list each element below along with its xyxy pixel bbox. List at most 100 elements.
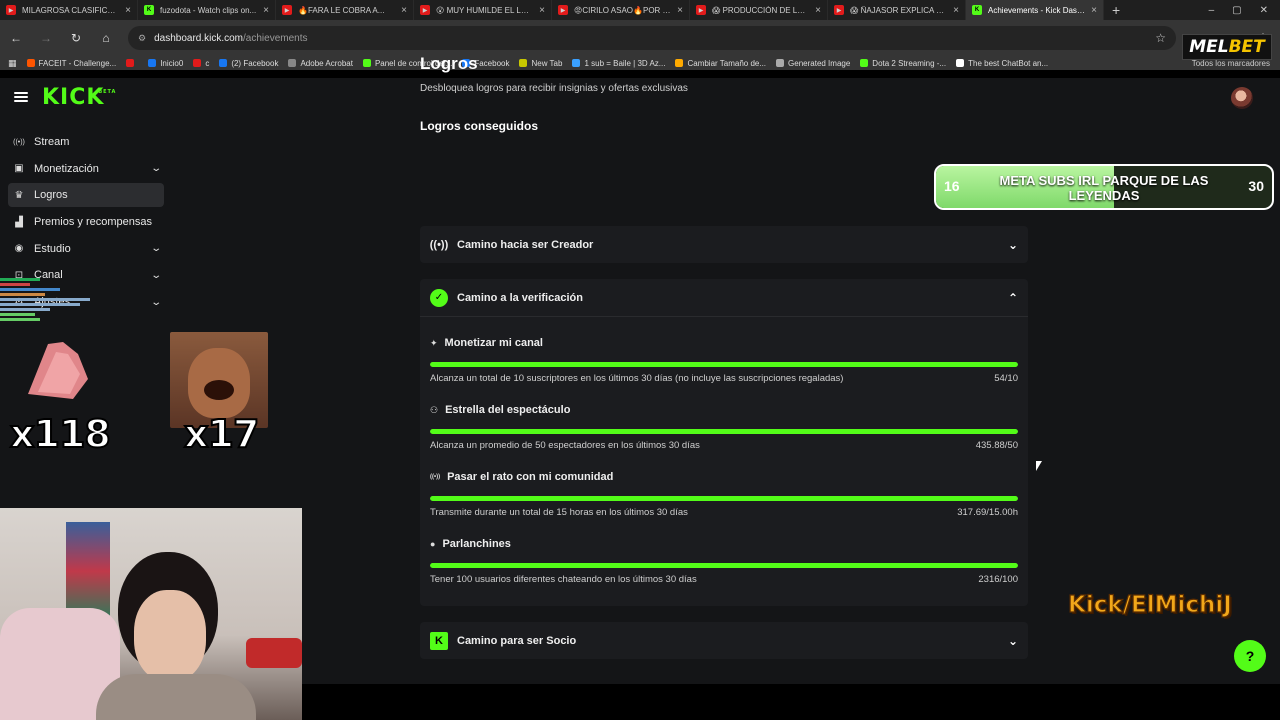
home-icon[interactable]: ⌂ [98, 31, 114, 45]
kick-favicon-icon: K [972, 5, 982, 15]
accordion-partner-path: K Camino para ser Socio ⌄ [420, 622, 1028, 659]
accordion-title: Camino hacia ser Creador [457, 238, 594, 251]
close-tab-icon[interactable]: × [539, 5, 545, 16]
browser-tab[interactable]: ▶ 😱 ÑAJASOR EXPLICA PO... × [828, 0, 966, 20]
browser-tab[interactable]: ▶ 😡CIRILO ASAO🔥POR S... × [552, 0, 690, 20]
accordion-verification-path: ✓ Camino a la verificación ⌃ ✦ Monetizar … [420, 279, 1028, 606]
sidebar-item-premios-y-recompensas[interactable]: ▟ Premios y recompensas [8, 210, 164, 234]
sidebar-item-monetizaci-n[interactable]: ▣ Monetización ⌄ [8, 157, 164, 181]
achievement-meta: Transmite durante un total de 15 horas e… [430, 507, 1018, 518]
accordion-creator-path: ((•)) Camino hacia ser Creador ⌄ [420, 226, 1028, 263]
kick-logo[interactable]: KICK BETA [42, 85, 115, 110]
close-tab-icon[interactable]: × [677, 5, 683, 16]
close-tab-icon[interactable]: × [953, 5, 959, 16]
bookmark-star-icon[interactable]: ☆ [1155, 31, 1166, 45]
achievement-meta: Tener 100 usuarios diferentes chateando … [430, 574, 1018, 585]
verified-badge-icon: ✓ [430, 288, 448, 307]
achievement-name: Monetizar mi canal [444, 337, 543, 349]
hamburger-menu-icon[interactable] [14, 92, 28, 102]
achievement-description: Transmite durante un total de 15 horas e… [430, 507, 688, 518]
achievement-title: ⚇ Estrella del espectáculo [430, 404, 1018, 416]
close-tab-icon[interactable]: × [125, 5, 131, 16]
avatar[interactable] [1231, 87, 1253, 109]
gift-icon: ▟ [15, 216, 23, 228]
close-window-icon[interactable]: ✕ [1260, 5, 1268, 16]
chevron-down-icon[interactable]: ⌄ [150, 297, 162, 308]
close-tab-icon[interactable]: × [1091, 5, 1097, 16]
webcam-feed [0, 508, 302, 720]
bookmark-label: Inicio0 [160, 58, 184, 68]
browser-tab[interactable]: ▶ MILAGROSA CLASIFICACI... × [0, 0, 138, 20]
goal-start: 16 [944, 178, 960, 194]
browser-tab-bar: ▶ MILAGROSA CLASIFICACI... × Kfuzodota - Wa… [0, 0, 1280, 20]
accordion-title: Camino a la verificación [457, 291, 583, 304]
window-controls: – ▢ ✕ [1209, 5, 1280, 16]
minimize-icon[interactable]: – [1209, 5, 1215, 16]
new-tab-icon[interactable]: + [1104, 2, 1128, 18]
trophy-icon: ♛ [14, 189, 24, 201]
chevron-down-icon[interactable]: ⌄ [1008, 634, 1018, 648]
chevron-up-icon[interactable]: ⌃ [1008, 291, 1018, 305]
chevron-down-icon[interactable]: ⌄ [1008, 238, 1018, 252]
browser-tab[interactable]: Kfuzodota - Watch clips on... × [138, 0, 276, 20]
sidebar-item-logros[interactable]: ♛ Logros [8, 183, 164, 208]
close-tab-icon[interactable]: × [815, 5, 821, 16]
browser-toolbar: ← → ↻ ⌂ ⚙ dashboard.kick.com/achievement… [0, 20, 1280, 56]
browser-tab[interactable]: ▶ 😱 PRODUCCIÓN DE LA... × [690, 0, 828, 20]
bookmark-favicon-icon [148, 59, 157, 67]
sidebar-item-stream[interactable]: ((•)) Stream [8, 130, 164, 154]
youtube-favicon-icon: ▶ [420, 5, 430, 15]
accordion-header[interactable]: K Camino para ser Socio ⌄ [420, 622, 1028, 659]
achievement-item: ((•)) Pasar el rato con mi comunidad Trans… [420, 451, 1028, 518]
tab-title: Achievements - Kick Dash... [988, 5, 1086, 15]
channel-name-overlay: Kick/ElMichiJ [1067, 591, 1232, 618]
bookmark-item[interactable]: FACEIT - Challenge... [26, 59, 116, 68]
accordion-header[interactable]: ✓ Camino a la verificación ⌃ [420, 279, 1028, 316]
sidebar-item-label: Logros [34, 189, 68, 202]
browser-tab[interactable]: ▶ 🔥FARA LE COBRA A... × [276, 0, 414, 20]
back-icon[interactable]: ← [8, 31, 24, 45]
apps-icon[interactable]: ▦ [8, 58, 17, 69]
bookmark-item[interactable] [126, 59, 138, 67]
sub-goal-overlay: 16 META SUBS IRL PARQUE DE LAS LEYENDAS … [934, 164, 1274, 210]
url-path: /achievements [243, 32, 308, 44]
youtube-favicon-icon: ▶ [834, 5, 844, 15]
broadcast-icon: ((•)) [13, 138, 25, 146]
maximize-icon[interactable]: ▢ [1232, 5, 1241, 16]
tab-title: MILAGROSA CLASIFICACI... [22, 5, 120, 15]
support-chat-icon[interactable]: ? [1234, 640, 1266, 672]
achievement-name: Pasar el rato con mi comunidad [447, 471, 614, 483]
sponsor-logo-part: MEL [1189, 37, 1229, 57]
progress-fill [430, 429, 1018, 434]
site-info-icon[interactable]: ⚙ [138, 33, 146, 44]
sidebar-item-label: Premios y recompensas [34, 216, 152, 229]
progress-bar [430, 563, 1018, 568]
achievement-title: ● Parlanchines [430, 538, 1018, 550]
reload-icon[interactable]: ↻ [68, 31, 84, 45]
bookmark-item[interactable]: c [193, 59, 209, 68]
chevron-down-icon[interactable]: ⌄ [150, 243, 162, 254]
bookmark-item[interactable]: Adobe Acrobat [288, 59, 353, 68]
section-title: Logros conseguidos [420, 119, 539, 133]
bookmark-favicon-icon [193, 59, 202, 67]
sidebar-item-label: Stream [34, 136, 70, 148]
achievement-meta: Alcanza un total de 10 suscriptores en l… [430, 373, 1018, 384]
sponsor-logo: MEL BET [1182, 34, 1272, 60]
bookmark-item[interactable]: (2) Facebook [219, 59, 278, 68]
forward-icon[interactable]: → [38, 31, 54, 45]
close-tab-icon[interactable]: × [263, 5, 269, 16]
achievement-description: Tener 100 usuarios diferentes chateando … [430, 574, 697, 585]
browser-tab[interactable]: K Achievements - Kick Dash... × [966, 0, 1104, 20]
bookmark-item[interactable]: Inicio0 [148, 59, 183, 68]
chevron-down-icon[interactable]: ⌄ [150, 270, 162, 281]
accordion-header[interactable]: ((•)) Camino hacia ser Creador ⌄ [420, 226, 1028, 263]
close-tab-icon[interactable]: × [401, 5, 407, 16]
browser-tab[interactable]: ▶ 😮 MUY HUMILDE EL LO... × [414, 0, 552, 20]
chevron-down-icon[interactable]: ⌄ [150, 163, 162, 174]
address-bar[interactable]: ⚙ dashboard.kick.com/achievements ☆ [128, 26, 1176, 50]
kick-favicon-icon: K [144, 5, 154, 15]
achievement-progress: 317.69/15.00h [957, 507, 1018, 518]
achievement-meta: Alcanza un promedio de 50 espectadores e… [430, 440, 1018, 451]
sidebar-item-estudio[interactable]: ◉ Estudio ⌄ [8, 237, 164, 261]
goal-title: META SUBS IRL PARQUE DE LAS LEYENDAS [999, 173, 1209, 203]
